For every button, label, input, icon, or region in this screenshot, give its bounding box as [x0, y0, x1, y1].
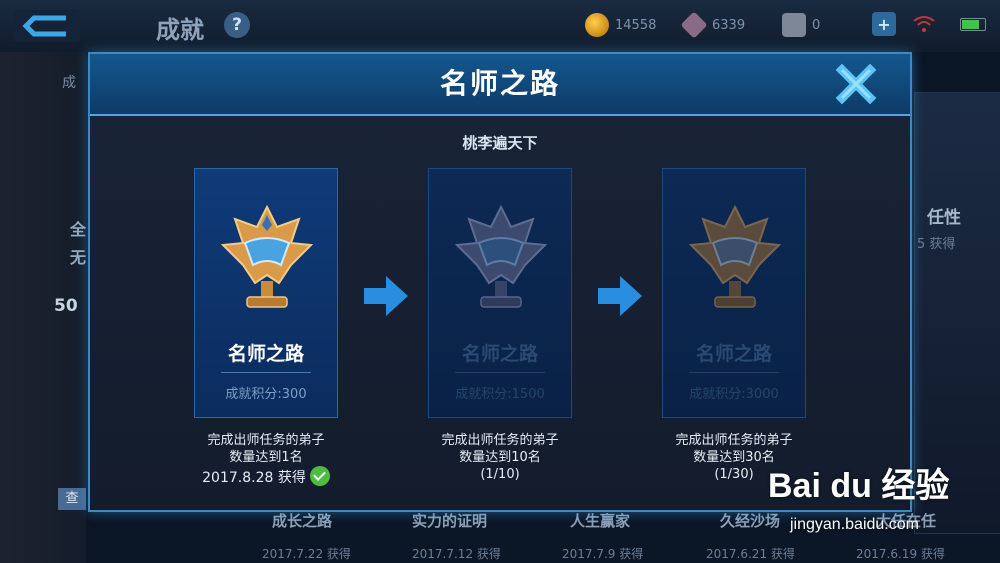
- stage-status: 2017.8.28 获得: [166, 466, 366, 487]
- dialog-title: 名师之路: [439, 67, 560, 100]
- bottom-card-label-3: 人生赢家: [570, 512, 631, 530]
- back-arrow-icon: [22, 15, 66, 37]
- stage-requirement: 完成出师任务的弟子: [675, 433, 793, 448]
- add-icon[interactable]: +: [872, 12, 896, 36]
- page-title: 成就: [156, 16, 204, 44]
- coupon-counter: 0: [782, 12, 820, 38]
- diamond-icon: [680, 11, 708, 39]
- stage-name: 名师之路: [461, 343, 538, 365]
- divider: [455, 372, 545, 373]
- help-icon[interactable]: ?: [224, 12, 250, 38]
- stage-requirement: 完成出师任务的弟子: [441, 433, 559, 448]
- baidu-watermark-url: jingyan.baidu.com: [790, 516, 919, 533]
- sidebar-fragment-4: 50: [54, 296, 78, 316]
- bronze-trophy-icon: [688, 205, 782, 308]
- bottom-card-label-4: 久经沙场: [720, 512, 781, 530]
- sidebar-fragment-1: 成: [62, 75, 76, 91]
- stage-score: 成就积分:300: [225, 387, 307, 402]
- stage-target: 数量达到10名: [459, 450, 541, 465]
- diamond-counter: 6339: [680, 11, 746, 39]
- right-card-date: 5 获得: [917, 237, 956, 252]
- bottom-card-label-1: 成长之路: [272, 512, 333, 530]
- right-card-label: 任性: [927, 208, 961, 228]
- divider: [221, 372, 311, 373]
- sidebar-view-button[interactable]: 查: [58, 488, 86, 510]
- stage-card-2[interactable]: 名师之路 成就积分:1500: [428, 168, 572, 418]
- arrow-right-icon: [598, 276, 642, 316]
- gold-coin-icon: [585, 13, 609, 37]
- top-bar: [0, 0, 1000, 52]
- stage-name: 名师之路: [227, 343, 304, 365]
- gold-counter: 14558: [585, 12, 656, 38]
- gold-trophy-icon: [220, 205, 314, 308]
- dialog-subtitle: 桃李遍天下: [462, 134, 538, 152]
- stage-requirement: 完成出师任务的弟子: [207, 433, 325, 448]
- divider: [689, 372, 779, 373]
- achievement-detail-dialog: 名师之路 桃李遍天下 名师之路 成就积分:300 名师之路 成就积分:1500 …: [88, 52, 912, 512]
- stage-target: 数量达到1名: [229, 450, 303, 465]
- bottom-card-date-5: 2017.6.19 获得: [856, 547, 945, 561]
- stage-score: 成就积分:1500: [455, 387, 545, 402]
- stage-progress: (1/10): [480, 467, 520, 482]
- stage-description-1: 完成出师任务的弟子 数量达到1名 2017.8.28 获得: [166, 432, 366, 487]
- sidebar-fragment-3: 无: [70, 248, 87, 267]
- gold-value: 14558: [615, 17, 657, 33]
- bottom-card-date-3: 2017.7.9 获得: [562, 547, 644, 561]
- achieved-date: 2017.8.28 获得: [202, 470, 306, 486]
- check-icon: [309, 466, 330, 486]
- diamond-value: 6339: [712, 17, 746, 33]
- stage-description-2: 完成出师任务的弟子 数量达到10名 (1/10): [400, 432, 600, 483]
- stage-name: 名师之路: [695, 343, 772, 365]
- bottom-card-date-2: 2017.7.12 获得: [412, 547, 501, 561]
- bottom-card-date-4: 2017.6.21 获得: [706, 547, 795, 561]
- stage-card-1[interactable]: 名师之路 成就积分:300: [194, 168, 338, 418]
- close-button[interactable]: [834, 62, 878, 106]
- coupon-icon: [782, 13, 806, 37]
- achievement-sidebar: 成 全 无 50 查: [0, 52, 86, 563]
- battery-icon: [960, 18, 986, 31]
- close-x-icon: [835, 63, 877, 105]
- coupon-value: 0: [812, 17, 821, 33]
- back-button[interactable]: [14, 10, 80, 42]
- stage-score: 成就积分:3000: [689, 387, 779, 402]
- stage-card-3[interactable]: 名师之路 成就积分:3000: [662, 168, 806, 418]
- silver-trophy-icon: [454, 205, 548, 308]
- bottom-card-label-2: 实力的证明: [412, 512, 488, 530]
- bottom-card-date-1: 2017.7.22 获得: [262, 547, 351, 561]
- wifi-icon: [913, 16, 935, 32]
- sidebar-fragment-2: 全: [70, 220, 87, 239]
- baidu-watermark-logo: Bai du 经验: [768, 467, 950, 505]
- arrow-right-icon: [364, 276, 408, 316]
